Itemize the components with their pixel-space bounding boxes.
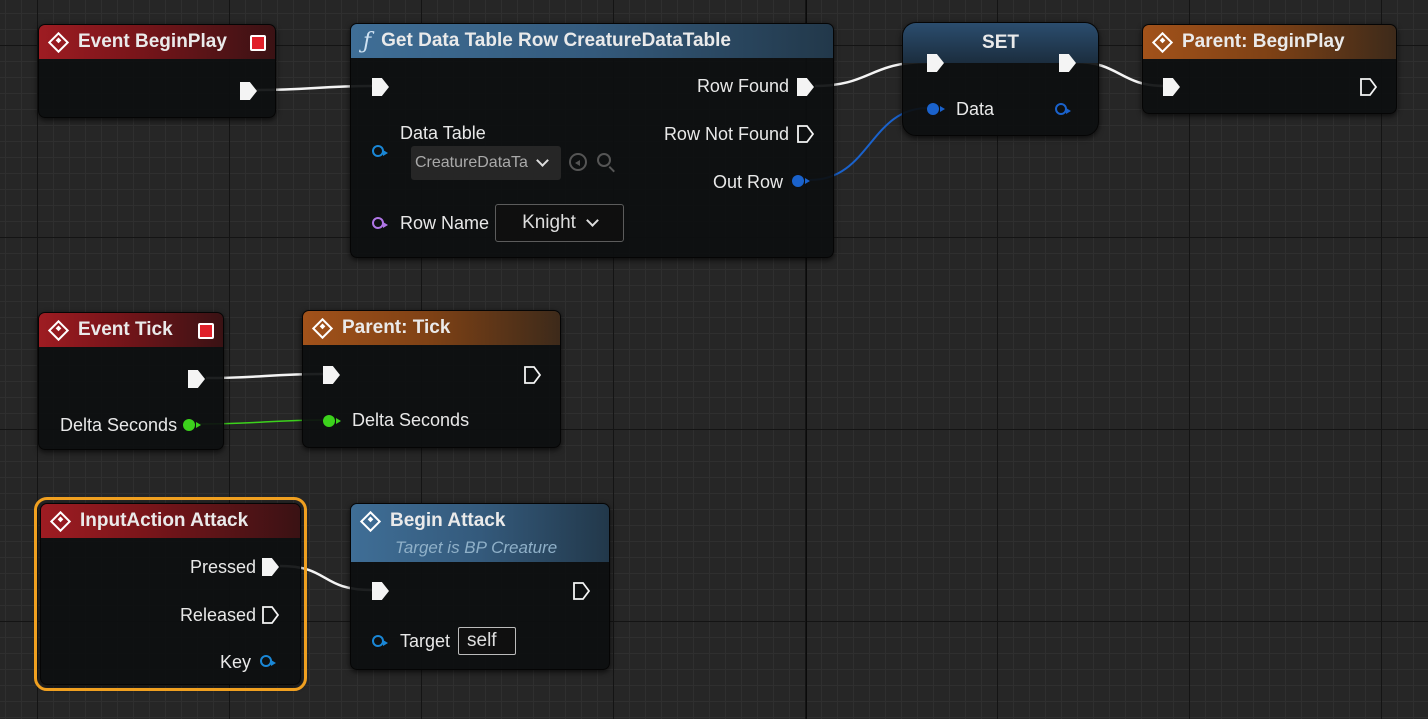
- key-out-pin[interactable]: [260, 655, 276, 667]
- target-label: Target: [400, 631, 451, 651]
- pressed-label: Pressed: [189, 557, 256, 577]
- event-diamond-icon: [47, 319, 70, 341]
- event-beginplay-header[interactable]: Event BeginPlay: [39, 25, 275, 59]
- data-in-pin[interactable]: [927, 103, 945, 115]
- parent-beginplay-header[interactable]: Parent: BeginPlay: [1143, 25, 1396, 59]
- inputaction-attack-node[interactable]: InputAction Attack Pressed Released Key: [34, 497, 307, 691]
- released-label: Released: [179, 605, 256, 625]
- exec-in-pin[interactable]: [1163, 78, 1180, 96]
- data-table-value: CreatureDataTa: [415, 154, 528, 171]
- event-beginplay-node[interactable]: Event BeginPlay: [38, 24, 276, 118]
- exec-out-pin[interactable]: [240, 82, 257, 100]
- row-name-dropdown[interactable]: Knight: [495, 204, 624, 242]
- data-table-pin[interactable]: [372, 145, 388, 157]
- inputaction-attack-title: InputAction Attack: [80, 510, 249, 531]
- parent-tick-title: Parent: Tick: [342, 317, 451, 338]
- parent-beginplay-node[interactable]: Parent: BeginPlay: [1142, 24, 1397, 114]
- delta-seconds-label: Delta Seconds: [352, 410, 470, 430]
- key-label: Key: [219, 652, 251, 672]
- exec-out-pin[interactable]: [573, 582, 590, 600]
- get-data-table-row-title: Get Data Table Row CreatureDataTable: [381, 30, 731, 51]
- begin-attack-subtitle: Target is BP Creature: [395, 538, 558, 557]
- released-exec-pin[interactable]: [262, 606, 279, 624]
- row-name-label: Row Name: [400, 213, 490, 233]
- row-name-pin[interactable]: [372, 217, 388, 229]
- target-pin[interactable]: [372, 635, 388, 647]
- get-data-table-row-header[interactable]: ƒ Get Data Table Row CreatureDataTable: [351, 24, 833, 58]
- exec-out-pin[interactable]: [188, 370, 205, 388]
- row-found-exec-pin[interactable]: [797, 78, 814, 96]
- data-out-pin[interactable]: [1055, 103, 1071, 115]
- target-value-field[interactable]: self: [458, 627, 516, 655]
- event-diamond-icon: [311, 317, 334, 339]
- event-tick-header[interactable]: Event Tick: [39, 313, 223, 347]
- event-diamond-icon: [49, 510, 72, 532]
- event-diamond-icon: [1151, 31, 1174, 53]
- event-tick-title: Event Tick: [78, 319, 173, 340]
- row-name-value: Knight: [522, 212, 576, 233]
- event-diamond-icon: [47, 31, 70, 53]
- out-row-label: Out Row: [712, 172, 783, 192]
- exec-in-pin[interactable]: [372, 582, 389, 600]
- chevron-down-icon: [586, 214, 599, 227]
- pressed-exec-pin[interactable]: [262, 558, 279, 576]
- event-beginplay-title: Event BeginPlay: [78, 31, 227, 52]
- event-stop-icon: [198, 323, 214, 339]
- delta-seconds-label: Delta Seconds: [60, 415, 178, 435]
- set-node[interactable]: SET Data: [902, 22, 1099, 136]
- exec-in-pin[interactable]: [372, 78, 389, 96]
- data-table-dropdown[interactable]: CreatureDataTa: [411, 146, 561, 180]
- parent-tick-header[interactable]: Parent: Tick: [303, 311, 560, 345]
- get-data-table-row-node[interactable]: ƒ Get Data Table Row CreatureDataTable D…: [350, 23, 834, 258]
- exec-out-pin[interactable]: [1360, 78, 1377, 96]
- row-not-found-label: Row Not Found: [663, 124, 789, 144]
- event-stop-icon: [250, 35, 266, 51]
- data-table-label: Data Table: [400, 123, 486, 143]
- set-title: SET: [982, 32, 1019, 53]
- target-value: self: [467, 630, 497, 651]
- data-label: Data: [956, 99, 995, 119]
- event-tick-node[interactable]: Event Tick Delta Seconds: [38, 312, 224, 450]
- exec-out-pin[interactable]: [524, 366, 541, 384]
- event-diamond-icon: [359, 510, 382, 533]
- chevron-down-icon: [536, 154, 549, 167]
- row-not-found-exec-pin[interactable]: [797, 125, 814, 143]
- exec-in-pin[interactable]: [323, 366, 340, 384]
- parent-beginplay-title: Parent: BeginPlay: [1182, 31, 1345, 52]
- begin-attack-title: Begin Attack: [390, 510, 506, 531]
- browse-asset-search-icon[interactable]: [597, 153, 611, 167]
- row-found-label: Row Found: [696, 76, 789, 96]
- begin-attack-node[interactable]: Begin Attack Target is BP Creature Targe…: [350, 503, 610, 670]
- delta-seconds-out-pin[interactable]: [183, 419, 201, 431]
- inputaction-attack-header[interactable]: InputAction Attack: [41, 504, 300, 538]
- out-row-pin[interactable]: [792, 175, 810, 187]
- use-selected-asset-icon[interactable]: [569, 153, 587, 171]
- parent-tick-node[interactable]: Parent: Tick Delta Seconds: [302, 310, 561, 448]
- delta-seconds-in-pin[interactable]: [323, 415, 341, 427]
- function-f-icon: ƒ: [363, 28, 372, 54]
